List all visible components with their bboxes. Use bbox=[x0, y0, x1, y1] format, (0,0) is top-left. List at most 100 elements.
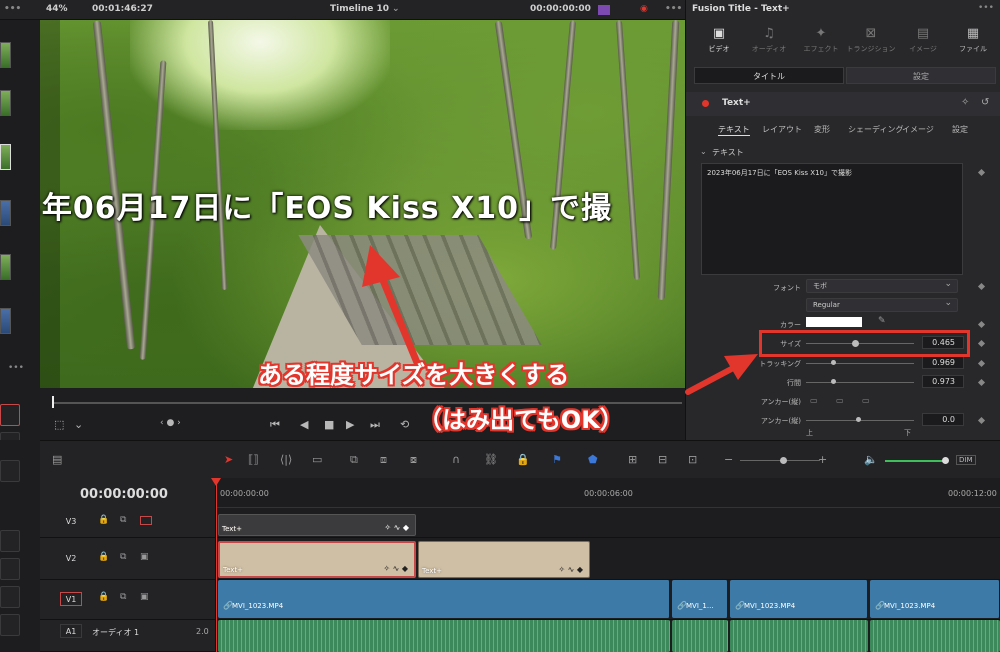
layout-icon[interactable]: ▤ bbox=[52, 454, 62, 465]
play-reverse-icon[interactable]: ◀ bbox=[300, 418, 308, 431]
lock-icon[interactable]: 🔒 bbox=[98, 593, 109, 602]
jog-control[interactable]: ‹ ● › bbox=[160, 418, 181, 428]
toolbar-button[interactable] bbox=[0, 558, 20, 580]
magic-icon[interactable]: ✧ bbox=[961, 97, 969, 108]
video-clip[interactable]: 🔗 MVI_1023.MP4 bbox=[218, 580, 670, 618]
color-wheel-icon[interactable]: ◉ bbox=[640, 4, 648, 14]
zoom-full-icon[interactable]: ⊞ bbox=[628, 454, 637, 465]
lock-icon[interactable]: 🔒 bbox=[98, 553, 109, 562]
tab-audio[interactable]: ♫ オーディオ bbox=[744, 26, 794, 54]
auto-select-icon[interactable]: ⧉ bbox=[120, 516, 126, 525]
subtab-shading[interactable]: シェーディング bbox=[848, 124, 903, 135]
video-clip[interactable]: 🔗 MVI_1023.MP4 bbox=[870, 580, 1000, 618]
scrub-handle[interactable] bbox=[52, 396, 54, 408]
skip-back-icon[interactable]: ⏮ bbox=[270, 418, 280, 432]
media-thumbnail[interactable] bbox=[0, 90, 11, 116]
playhead[interactable] bbox=[211, 478, 221, 652]
color-swatch[interactable] bbox=[806, 317, 862, 327]
audio-clip[interactable] bbox=[218, 620, 670, 652]
toolbar-button[interactable] bbox=[0, 404, 20, 426]
reset-icon[interactable]: ↺ bbox=[981, 97, 989, 108]
keyframe-icon[interactable] bbox=[977, 359, 986, 368]
zoom-level[interactable]: 44% bbox=[46, 4, 68, 14]
audio-clip[interactable] bbox=[730, 620, 868, 652]
tab-file[interactable]: ▦ ファイル bbox=[948, 26, 998, 54]
insert-clip-icon[interactable]: ⧉ bbox=[350, 454, 358, 465]
font-dropdown[interactable]: モボ bbox=[806, 278, 958, 293]
auto-select-icon[interactable]: ⧉ bbox=[120, 593, 126, 602]
align-left-icon[interactable]: ▭ bbox=[810, 396, 818, 405]
tab-image[interactable]: ▤ イメージ bbox=[898, 26, 948, 54]
anchor-slider-handle[interactable] bbox=[856, 417, 861, 422]
subtab-transform[interactable]: 変形 bbox=[814, 124, 830, 135]
snapping-icon[interactable]: ∩ bbox=[452, 454, 460, 465]
video-clip[interactable]: 🔗 MVI_1023.MP4 bbox=[730, 580, 868, 618]
play-icon[interactable]: ▶ bbox=[346, 418, 354, 431]
flag-icon[interactable]: ⚑ bbox=[552, 454, 562, 465]
film-icon[interactable]: ▣ bbox=[140, 593, 149, 602]
keyframe-icon[interactable] bbox=[977, 339, 986, 348]
line-spacing-value[interactable]: 0.973 bbox=[922, 375, 964, 388]
toolbar-button[interactable] bbox=[0, 614, 20, 636]
loop-icon[interactable]: ⟲ bbox=[400, 418, 409, 431]
tab-settings[interactable]: 設定 bbox=[846, 67, 996, 84]
selection-tool-icon[interactable]: ➤ bbox=[224, 454, 233, 465]
zoom-in-icon[interactable]: + bbox=[818, 454, 827, 465]
dim-button[interactable]: DIM bbox=[956, 455, 976, 465]
chevron-down-icon[interactable]: ⌄ bbox=[74, 418, 83, 431]
inspector-menu-dots[interactable]: ••• bbox=[978, 3, 994, 13]
node-enable-toggle[interactable] bbox=[702, 100, 709, 107]
link-icon[interactable]: ⛓ bbox=[484, 454, 498, 465]
lock-icon[interactable]: 🔒 bbox=[98, 516, 109, 525]
tracking-value[interactable]: 0.969 bbox=[922, 356, 964, 369]
tracking-slider[interactable] bbox=[806, 363, 914, 364]
tab-transition[interactable]: ⊠ トランジション bbox=[846, 26, 896, 54]
align-center-icon[interactable]: ▭ bbox=[836, 396, 844, 405]
skip-forward-icon[interactable]: ⏭ bbox=[370, 418, 380, 432]
toolbar-button[interactable] bbox=[0, 586, 20, 608]
keyframe-icon[interactable] bbox=[977, 168, 986, 177]
crop-icon[interactable]: ⬚ bbox=[54, 418, 64, 431]
color-space-icon[interactable] bbox=[598, 5, 610, 15]
menu-dots[interactable]: ••• bbox=[4, 4, 21, 14]
media-thumbnail[interactable] bbox=[0, 254, 11, 280]
zoom-out-icon[interactable]: − bbox=[724, 454, 733, 465]
line-spacing-slider[interactable] bbox=[806, 382, 914, 383]
video-clip[interactable]: 🔗 MVI_1... bbox=[672, 580, 728, 618]
track-label-v1[interactable]: V1 bbox=[60, 592, 82, 606]
line-spacing-handle[interactable] bbox=[831, 379, 836, 384]
eyedropper-icon[interactable]: ✎ bbox=[878, 316, 886, 326]
text-field[interactable]: 2023年06月17日に「EOS Kiss X10」で撮影 bbox=[701, 163, 963, 275]
subtab-settings[interactable]: 設定 bbox=[952, 124, 968, 135]
tracking-slider-handle[interactable] bbox=[831, 360, 836, 365]
title-clip[interactable]: Text+ ✧ ∿ ◆ bbox=[218, 514, 416, 536]
audio-clip[interactable] bbox=[870, 620, 1000, 652]
dynamic-trim-icon[interactable]: ⟨|⟩ bbox=[280, 454, 292, 465]
tab-video[interactable]: ▣ ビデオ bbox=[694, 26, 744, 54]
marker-icon[interactable]: ⬟ bbox=[588, 454, 598, 465]
media-thumbnail[interactable] bbox=[0, 308, 11, 334]
toolbar-button[interactable] bbox=[0, 460, 20, 482]
trim-tool-icon[interactable]: ⟦⟧ bbox=[248, 454, 259, 465]
keyframe-icon[interactable] bbox=[977, 282, 986, 291]
zoom-custom-icon[interactable]: ⊡ bbox=[688, 454, 697, 465]
anchor-value[interactable]: 0.0 bbox=[922, 413, 964, 426]
media-thumbnail[interactable] bbox=[0, 42, 11, 68]
volume-slider[interactable] bbox=[885, 460, 945, 462]
keyframe-icon[interactable] bbox=[977, 320, 986, 329]
subtab-layout[interactable]: レイアウト bbox=[762, 124, 802, 135]
subtab-image[interactable]: イメージ bbox=[902, 124, 934, 135]
align-right-icon[interactable]: ▭ bbox=[862, 396, 870, 405]
timeline-name[interactable]: Timeline 10 bbox=[330, 4, 389, 14]
zoom-slider-handle[interactable] bbox=[780, 457, 787, 464]
keyframe-icon[interactable] bbox=[977, 378, 986, 387]
timeline-ruler[interactable]: 00:00:00:00 00:00:06:00 00:00:12:00 bbox=[216, 478, 1000, 508]
film-icon[interactable]: ▣ bbox=[140, 553, 149, 562]
audio-clip[interactable] bbox=[672, 620, 728, 652]
replace-clip-icon[interactable]: ⧇ bbox=[410, 454, 417, 465]
volume-handle[interactable] bbox=[942, 457, 949, 464]
track-label-a1[interactable]: A1 bbox=[60, 624, 82, 638]
lock-icon[interactable]: 🔒 bbox=[516, 454, 530, 465]
panel-menu-dots[interactable]: ••• bbox=[8, 363, 24, 373]
tab-effects[interactable]: ✦ エフェクト bbox=[796, 26, 846, 54]
